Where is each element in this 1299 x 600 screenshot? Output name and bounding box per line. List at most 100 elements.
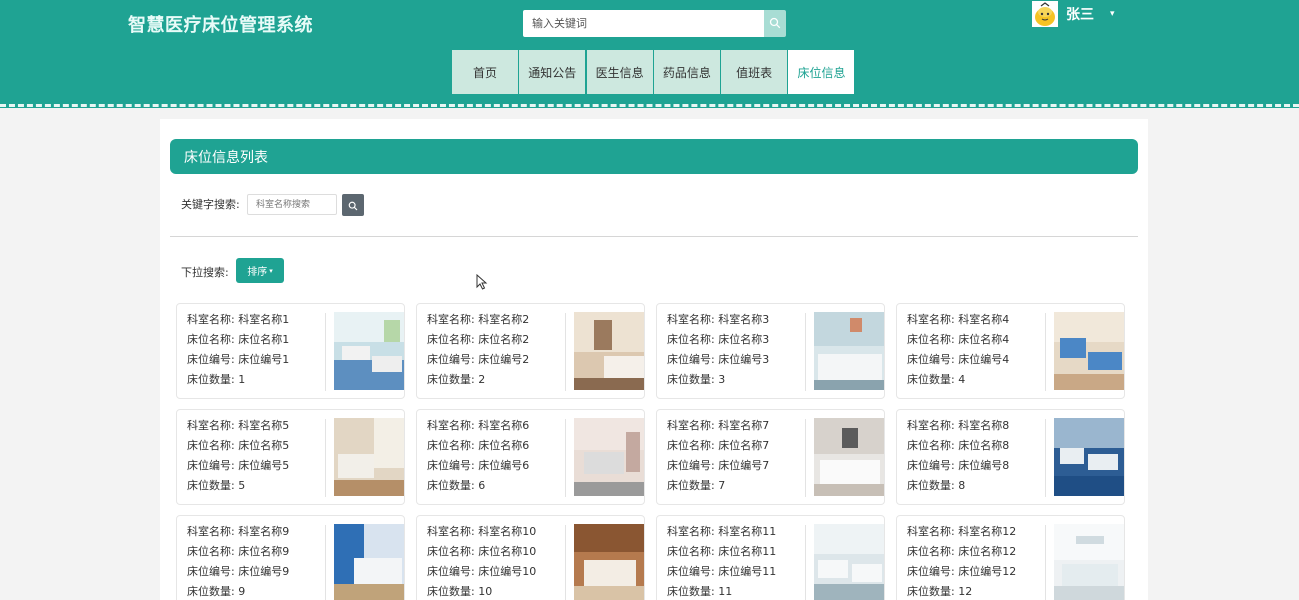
main-nav: 首页 通知公告 医生信息 药品信息 值班表 床位信息 bbox=[452, 50, 856, 94]
bed-number: 床位编号: 床位编号10 bbox=[427, 565, 537, 578]
keyword-search-button[interactable] bbox=[342, 194, 364, 216]
bed-card-info: 科室名称: 科室名称7 床位名称: 床位名称7 床位编号: 床位编号7 床位数量… bbox=[667, 416, 807, 496]
bed-name: 床位名称: 床位名称12 bbox=[907, 545, 1017, 558]
sort-dropdown-button[interactable]: 排序 ▾ bbox=[236, 258, 284, 283]
bed-number: 床位编号: 床位编号4 bbox=[907, 353, 1010, 366]
bed-name: 床位名称: 床位名称4 bbox=[907, 333, 1010, 346]
search-icon bbox=[769, 14, 781, 33]
bed-card-info: 科室名称: 科室名称6 床位名称: 床位名称6 床位编号: 床位编号6 床位数量… bbox=[427, 416, 567, 496]
bed-card-info: 科室名称: 科室名称8 床位名称: 床位名称8 床位编号: 床位编号8 床位数量… bbox=[907, 416, 1047, 496]
site-title: 智慧医疗床位管理系统 bbox=[128, 15, 313, 36]
bed-card[interactable]: 科室名称: 科室名称1 床位名称: 床位名称1 床位编号: 床位编号1 床位数量… bbox=[176, 303, 405, 399]
bed-card-info: 科室名称: 科室名称3 床位名称: 床位名称3 床位编号: 床位编号3 床位数量… bbox=[667, 310, 807, 390]
card-divider bbox=[565, 313, 566, 391]
bed-card-info: 科室名称: 科室名称11 床位名称: 床位名称11 床位编号: 床位编号11 床… bbox=[667, 522, 807, 600]
card-divider bbox=[805, 525, 806, 600]
global-search bbox=[523, 10, 786, 37]
nav-item-duty-roster[interactable]: 值班表 bbox=[721, 50, 788, 94]
nav-item-medicines[interactable]: 药品信息 bbox=[653, 50, 720, 94]
card-divider bbox=[325, 525, 326, 600]
global-search-input[interactable] bbox=[523, 10, 764, 37]
nav-item-notices[interactable]: 通知公告 bbox=[519, 50, 586, 94]
global-search-button[interactable] bbox=[764, 10, 786, 37]
card-divider bbox=[325, 313, 326, 391]
avatar bbox=[1032, 1, 1058, 27]
card-divider bbox=[325, 419, 326, 497]
bed-card-info: 科室名称: 科室名称5 床位名称: 床位名称5 床位编号: 床位编号5 床位数量… bbox=[187, 416, 327, 496]
bed-count: 床位数量: 9 bbox=[187, 585, 246, 598]
bed-number: 床位编号: 床位编号9 bbox=[187, 565, 290, 578]
dropdown-search-label: 下拉搜索: bbox=[181, 266, 229, 279]
card-divider bbox=[565, 525, 566, 600]
mouse-cursor-icon bbox=[476, 273, 488, 294]
department-name: 科室名称: 科室名称7 bbox=[667, 419, 770, 432]
bed-count: 床位数量: 5 bbox=[187, 479, 246, 492]
bed-photo bbox=[334, 524, 404, 600]
bed-card[interactable]: 科室名称: 科室名称3 床位名称: 床位名称3 床位编号: 床位编号3 床位数量… bbox=[656, 303, 885, 399]
card-divider bbox=[1045, 419, 1046, 497]
nav-item-beds[interactable]: 床位信息 bbox=[788, 50, 855, 94]
bed-photo bbox=[1054, 418, 1124, 496]
bed-name: 床位名称: 床位名称5 bbox=[187, 439, 290, 452]
department-name: 科室名称: 科室名称11 bbox=[667, 525, 777, 538]
bed-count: 床位数量: 11 bbox=[667, 585, 733, 598]
department-name: 科室名称: 科室名称5 bbox=[187, 419, 290, 432]
bed-card[interactable]: 科室名称: 科室名称6 床位名称: 床位名称6 床位编号: 床位编号6 床位数量… bbox=[416, 409, 645, 505]
bed-count: 床位数量: 12 bbox=[907, 585, 973, 598]
department-name: 科室名称: 科室名称4 bbox=[907, 313, 1010, 326]
bed-card-info: 科室名称: 科室名称4 床位名称: 床位名称4 床位编号: 床位编号4 床位数量… bbox=[907, 310, 1047, 390]
department-name: 科室名称: 科室名称3 bbox=[667, 313, 770, 326]
department-name: 科室名称: 科室名称12 bbox=[907, 525, 1017, 538]
bed-name: 床位名称: 床位名称6 bbox=[427, 439, 530, 452]
bed-count: 床位数量: 4 bbox=[907, 373, 966, 386]
bed-card[interactable]: 科室名称: 科室名称9 床位名称: 床位名称9 床位编号: 床位编号9 床位数量… bbox=[176, 515, 405, 600]
keyword-search-input[interactable] bbox=[247, 194, 337, 215]
bed-photo bbox=[334, 312, 404, 390]
bed-photo bbox=[814, 524, 884, 600]
bed-card[interactable]: 科室名称: 科室名称8 床位名称: 床位名称8 床位编号: 床位编号8 床位数量… bbox=[896, 409, 1125, 505]
bed-card-info: 科室名称: 科室名称2 床位名称: 床位名称2 床位编号: 床位编号2 床位数量… bbox=[427, 310, 567, 390]
bed-card[interactable]: 科室名称: 科室名称11 床位名称: 床位名称11 床位编号: 床位编号11 床… bbox=[656, 515, 885, 600]
bed-count: 床位数量: 7 bbox=[667, 479, 726, 492]
nav-item-home[interactable]: 首页 bbox=[452, 50, 518, 94]
bed-card-info: 科室名称: 科室名称9 床位名称: 床位名称9 床位编号: 床位编号9 床位数量… bbox=[187, 522, 327, 600]
bed-number: 床位编号: 床位编号2 bbox=[427, 353, 530, 366]
card-divider bbox=[805, 313, 806, 391]
bed-number: 床位编号: 床位编号7 bbox=[667, 459, 770, 472]
bed-name: 床位名称: 床位名称10 bbox=[427, 545, 537, 558]
user-menu[interactable]: 张三 ▾ bbox=[1032, 0, 1115, 28]
bed-card[interactable]: 科室名称: 科室名称4 床位名称: 床位名称4 床位编号: 床位编号4 床位数量… bbox=[896, 303, 1125, 399]
department-name: 科室名称: 科室名称6 bbox=[427, 419, 530, 432]
bed-card[interactable]: 科室名称: 科室名称12 床位名称: 床位名称12 床位编号: 床位编号12 床… bbox=[896, 515, 1125, 600]
bed-name: 床位名称: 床位名称9 bbox=[187, 545, 290, 558]
bed-count: 床位数量: 3 bbox=[667, 373, 726, 386]
bed-number: 床位编号: 床位编号6 bbox=[427, 459, 530, 472]
bed-number: 床位编号: 床位编号8 bbox=[907, 459, 1010, 472]
user-name: 张三 bbox=[1066, 7, 1094, 23]
card-divider bbox=[1045, 313, 1046, 391]
chevron-down-icon: ▾ bbox=[1110, 9, 1115, 19]
bed-count: 床位数量: 1 bbox=[187, 373, 246, 386]
main-content: 床位信息列表 关键字搜索: 下拉搜索: 排序 ▾ 科室名称: 科室名称1 床位名… bbox=[160, 119, 1148, 600]
nav-item-doctors[interactable]: 医生信息 bbox=[586, 50, 653, 94]
bed-number: 床位编号: 床位编号12 bbox=[907, 565, 1017, 578]
department-name: 科室名称: 科室名称9 bbox=[187, 525, 290, 538]
bed-card-info: 科室名称: 科室名称12 床位名称: 床位名称12 床位编号: 床位编号12 床… bbox=[907, 522, 1047, 600]
bed-count: 床位数量: 8 bbox=[907, 479, 966, 492]
bed-card-info: 科室名称: 科室名称1 床位名称: 床位名称1 床位编号: 床位编号1 床位数量… bbox=[187, 310, 327, 390]
bed-card[interactable]: 科室名称: 科室名称7 床位名称: 床位名称7 床位编号: 床位编号7 床位数量… bbox=[656, 409, 885, 505]
bed-name: 床位名称: 床位名称3 bbox=[667, 333, 770, 346]
department-name: 科室名称: 科室名称2 bbox=[427, 313, 530, 326]
bed-name: 床位名称: 床位名称2 bbox=[427, 333, 530, 346]
header-dashed-border bbox=[0, 104, 1299, 107]
bed-name: 床位名称: 床位名称7 bbox=[667, 439, 770, 452]
department-name: 科室名称: 科室名称8 bbox=[907, 419, 1010, 432]
bed-number: 床位编号: 床位编号11 bbox=[667, 565, 777, 578]
bed-card[interactable]: 科室名称: 科室名称2 床位名称: 床位名称2 床位编号: 床位编号2 床位数量… bbox=[416, 303, 645, 399]
bed-card[interactable]: 科室名称: 科室名称5 床位名称: 床位名称5 床位编号: 床位编号5 床位数量… bbox=[176, 409, 405, 505]
list-title-bar: 床位信息列表 bbox=[170, 139, 1138, 174]
bed-card[interactable]: 科室名称: 科室名称10 床位名称: 床位名称10 床位编号: 床位编号10 床… bbox=[416, 515, 645, 600]
search-icon bbox=[348, 196, 358, 215]
divider bbox=[170, 236, 1138, 237]
bed-photo bbox=[574, 312, 644, 390]
